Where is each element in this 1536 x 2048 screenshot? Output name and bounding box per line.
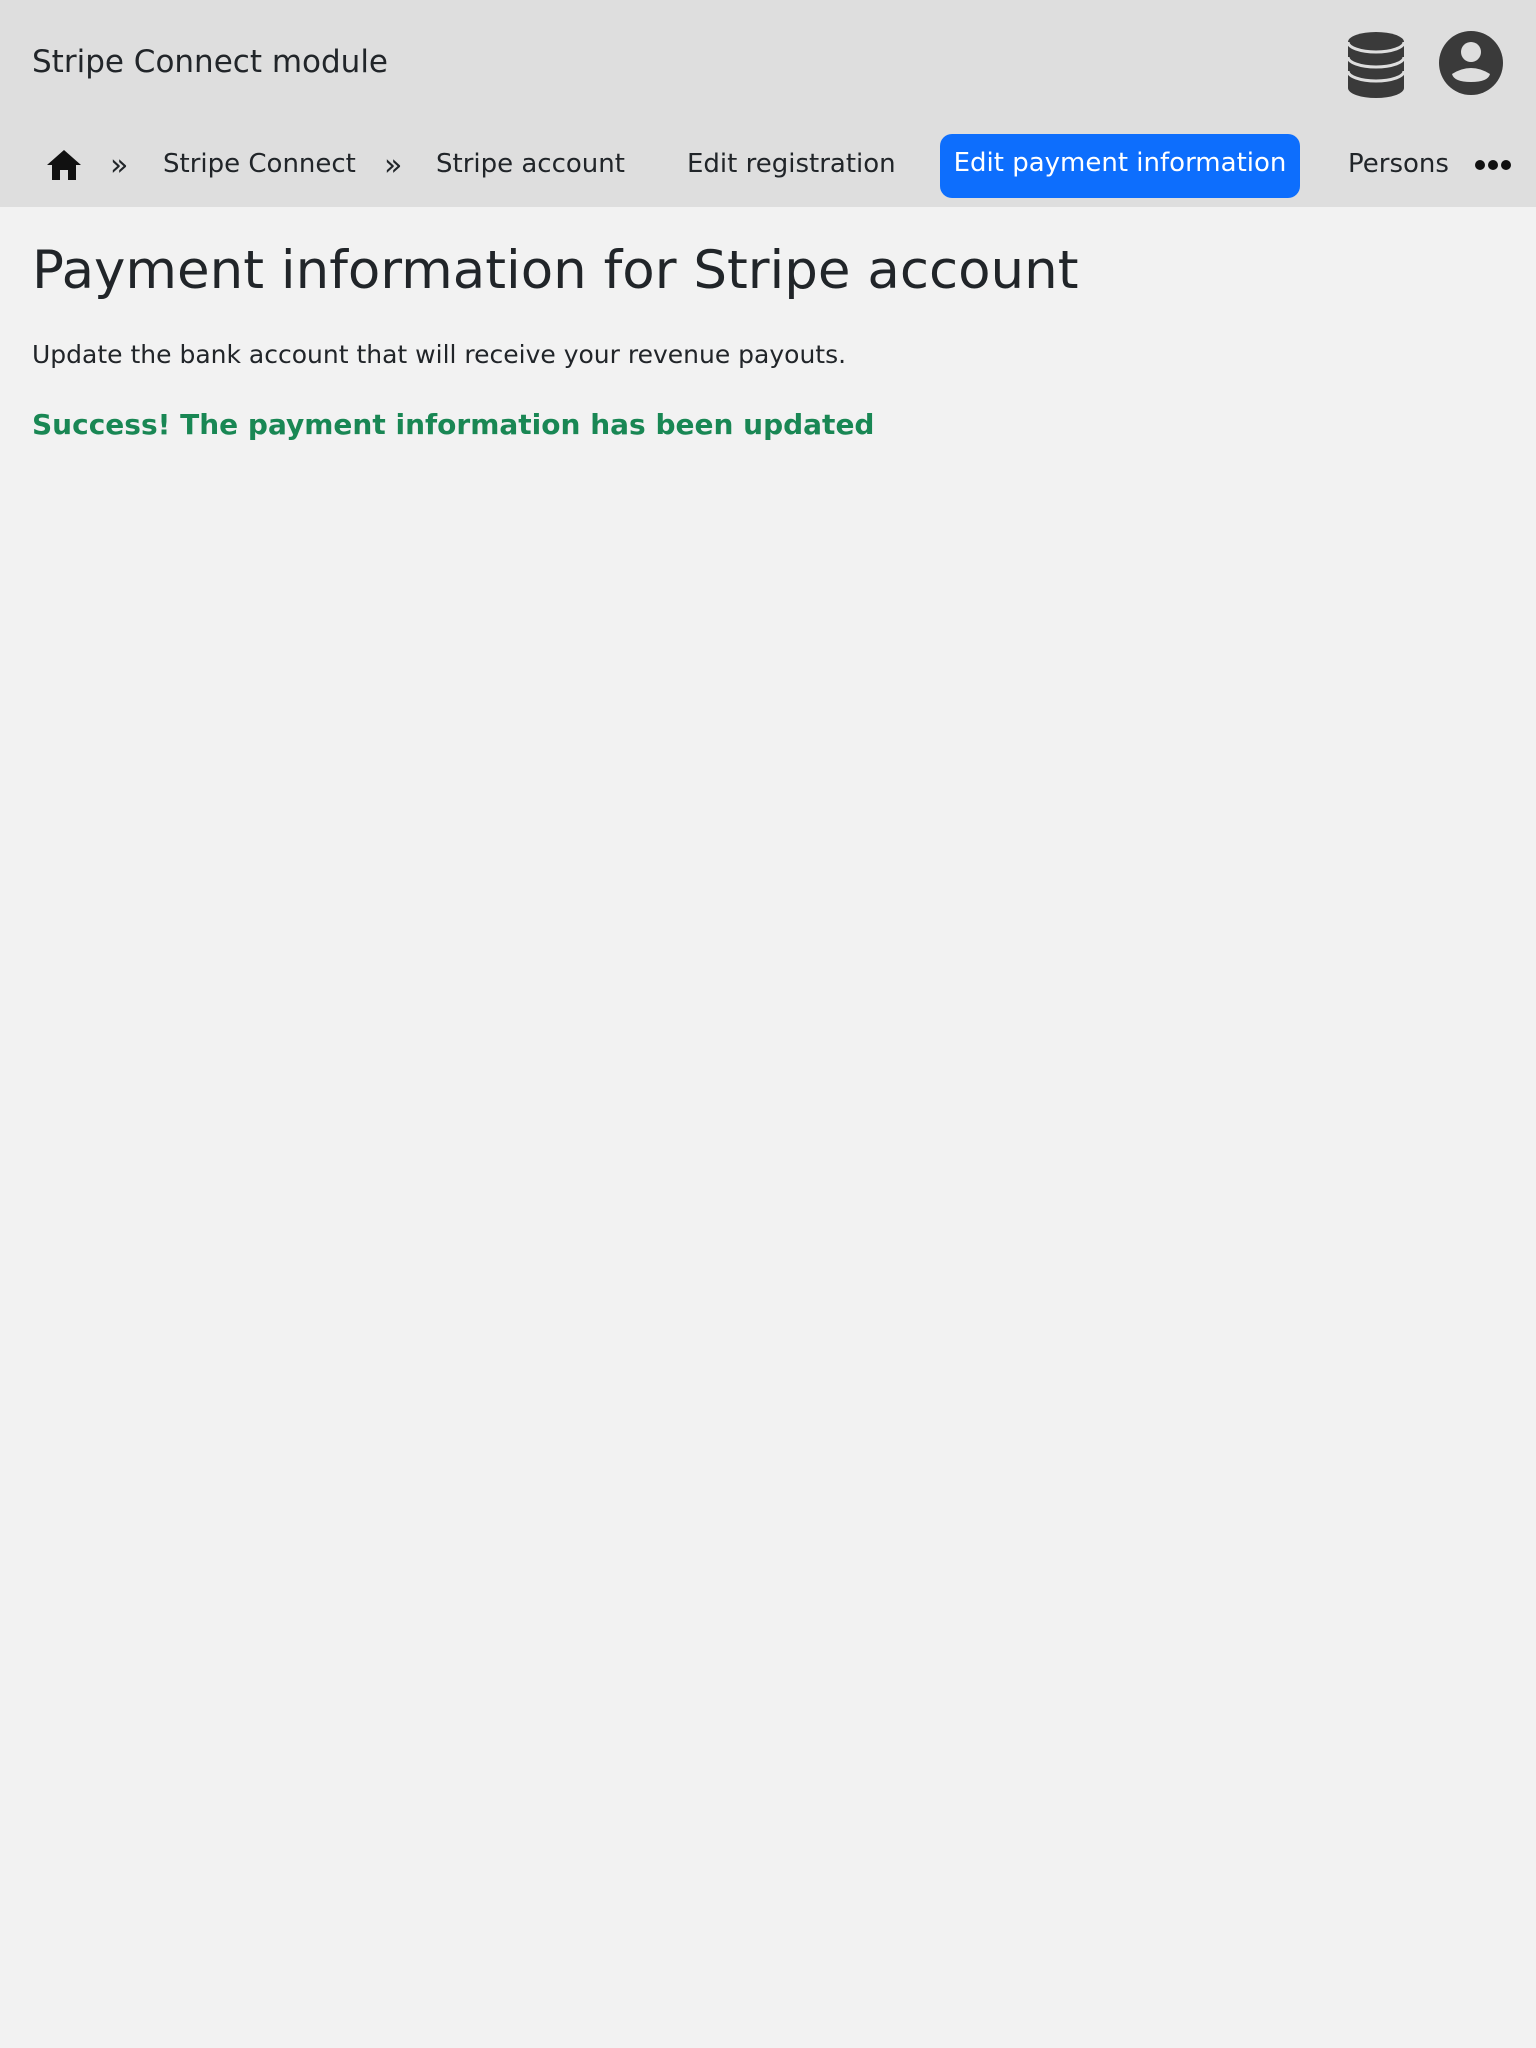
success-message: Success! The payment information has bee… [32,408,875,441]
app-header: Stripe Connect module » Stripe Connect »… [0,0,1536,207]
breadcrumb-nav: » Stripe Connect » Stripe account Edit r… [0,132,1536,200]
tab-edit-registration[interactable]: Edit registration [687,132,896,196]
database-icon[interactable] [1346,30,1406,100]
breadcrumb-stripe-connect[interactable]: Stripe Connect [163,132,356,196]
more-horizontal-icon[interactable] [1474,158,1512,172]
page-description: Update the bank account that will receiv… [32,340,847,369]
breadcrumb-separator: » [384,148,403,183]
tab-edit-payment-information[interactable]: Edit payment information [940,134,1300,198]
user-account-icon[interactable] [1438,30,1504,96]
page-title: Payment information for Stripe account [32,240,1079,301]
tab-persons[interactable]: Persons [1348,132,1449,196]
app-title: Stripe Connect module [32,44,389,80]
home-icon[interactable] [46,148,82,182]
breadcrumb-separator: » [110,148,129,183]
breadcrumb-stripe-account[interactable]: Stripe account [436,132,625,196]
